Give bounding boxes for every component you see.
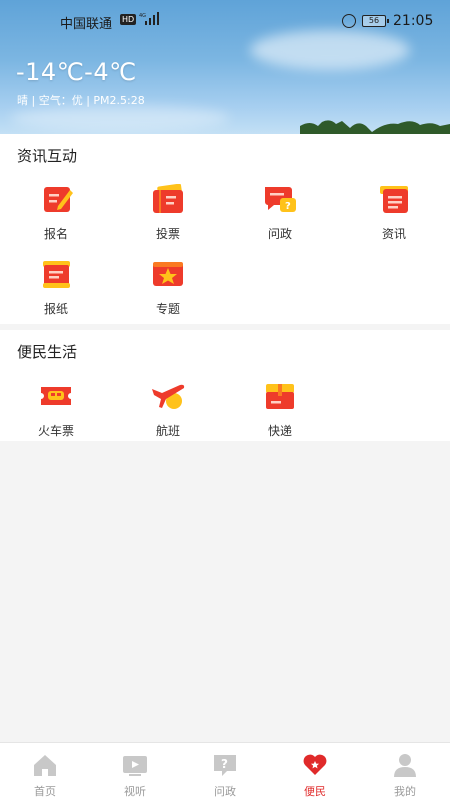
status-time: 21:05 (393, 13, 434, 29)
grid-item-newspaper[interactable]: 报纸 (16, 259, 96, 317)
grid-item-label: 投票 (155, 227, 180, 241)
signal-icon: 4G (139, 12, 159, 25)
weather-header: 中国联通 HD 4G 56 21:05 -14℃-4℃ 晴 | 空气：优 | P… (0, 0, 450, 134)
grid-item-flight[interactable]: 航班 (128, 381, 208, 439)
grid-item-label: 报纸 (43, 302, 68, 316)
tab-label: 首页 (34, 785, 56, 798)
hd-badge: HD (120, 14, 137, 25)
parcel-icon (266, 384, 294, 409)
flight-icon (152, 384, 185, 409)
grid-item-label: 快递 (267, 424, 292, 438)
train-ticket-icon (41, 387, 71, 405)
tab-label: 便民 (304, 785, 326, 798)
treeline-decoration (300, 120, 450, 134)
temperature-range: -14℃-4℃ (16, 58, 137, 86)
grid-item-signup[interactable]: 报名 (16, 184, 96, 242)
grid-item-label: 专题 (155, 302, 180, 316)
tab-home[interactable]: 首页 (0, 743, 90, 800)
grid-item-inquiry[interactable]: ? 问政 (240, 184, 320, 242)
grid-item-label: 航班 (155, 424, 180, 438)
grid-item-topic[interactable]: 专题 (128, 259, 208, 317)
grid-item-label: 报名 (43, 227, 68, 241)
weather-detail: 晴 | 空气：优 | PM2.5:28 (17, 94, 145, 107)
tab-profile[interactable]: 我的 (360, 743, 450, 800)
tab-inquiry[interactable]: ? 问政 (180, 743, 270, 800)
tab-label: 问政 (214, 785, 236, 798)
newspaper-icon (43, 261, 70, 288)
alarm-icon (342, 14, 356, 28)
carrier-name: 中国联通 (60, 17, 113, 32)
cloud-decoration (250, 30, 410, 70)
tab-label: 我的 (394, 785, 416, 798)
section-title: 资讯互动 (17, 147, 78, 165)
section-title: 便民生活 (17, 343, 78, 361)
news-icon (380, 186, 408, 213)
inquiry-icon: ? (265, 187, 296, 212)
svg-text:?: ? (285, 201, 291, 212)
tab-video[interactable]: 视听 (90, 743, 180, 800)
video-icon (123, 756, 147, 776)
section-news-interaction: 资讯互动 报名 投票 ? 问政 资讯 报纸 专题 (0, 134, 450, 324)
tab-convenience[interactable]: 便民 (270, 743, 360, 800)
inquiry-icon: ? (214, 755, 236, 776)
topic-icon (153, 262, 183, 286)
home-icon (34, 755, 56, 776)
user-icon (394, 754, 416, 777)
svg-text:?: ? (221, 757, 228, 771)
svg-text:4G: 4G (139, 13, 146, 19)
grid-item-train-ticket[interactable]: 火车票 (16, 381, 96, 439)
grid-item-vote[interactable]: 投票 (128, 183, 208, 242)
section-convenience-life: 便民生活 火车票 航班 快递 (0, 330, 450, 441)
status-bar: 中国联通 HD 4G 56 21:05 (0, 8, 450, 34)
grid-item-label: 资讯 (381, 227, 406, 241)
battery-icon: 56 (362, 15, 389, 27)
grid-item-parcel[interactable]: 快递 (240, 381, 320, 439)
heart-icon (303, 754, 327, 775)
grid-item-news[interactable]: 资讯 (354, 184, 434, 242)
grid-item-label: 火车票 (37, 424, 74, 438)
grid-item-label: 问政 (267, 227, 292, 241)
bottom-tab-bar: 首页 视听 ? 问政 便民 我的 (0, 742, 450, 800)
vote-icon (153, 183, 183, 213)
signup-icon (44, 187, 73, 212)
tab-label: 视听 (124, 785, 146, 798)
